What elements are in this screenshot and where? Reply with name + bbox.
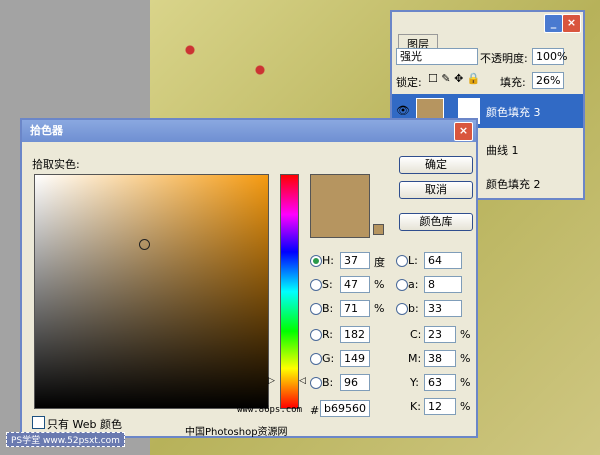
- radio-l[interactable]: [396, 255, 408, 267]
- color-picker-dialog: 拾色器 × 拾取实色: ▷ ◁ 确定 取消 颜色库 H: 37 度 S: 47 …: [20, 118, 478, 438]
- input-b[interactable]: 71: [340, 300, 370, 317]
- cancel-button[interactable]: 取消: [399, 181, 473, 199]
- radio-blue[interactable]: [310, 377, 322, 389]
- radio-h[interactable]: [310, 255, 322, 267]
- label-g: G:: [322, 352, 335, 365]
- input-l[interactable]: 64: [424, 252, 462, 269]
- close-icon[interactable]: ×: [562, 14, 581, 33]
- opacity-input[interactable]: 100%: [532, 48, 567, 65]
- web-only-checkbox[interactable]: [32, 416, 45, 429]
- close-icon[interactable]: ×: [454, 122, 473, 141]
- layer-name: 颜色填充 3: [486, 106, 541, 119]
- input-y[interactable]: 63: [424, 374, 456, 391]
- radio-lab-b[interactable]: [396, 303, 408, 315]
- label-r: R:: [322, 328, 334, 341]
- watermark-logo: PS学堂 www.52psxt.com: [6, 432, 125, 447]
- dialog-title: 拾色器: [22, 120, 476, 142]
- lock-icons[interactable]: ☐ ✎ ✥ 🔒: [428, 72, 480, 85]
- blend-mode-select[interactable]: 强光: [396, 48, 478, 65]
- input-h[interactable]: 37: [340, 252, 370, 269]
- input-g[interactable]: 149: [340, 350, 370, 367]
- layer-name[interactable]: 曲线 1: [486, 142, 519, 158]
- label-h: H:: [322, 254, 334, 267]
- hue-slider[interactable]: [280, 174, 299, 409]
- unit: %: [460, 328, 471, 341]
- input-r[interactable]: 182: [340, 326, 370, 343]
- unit: 度: [374, 256, 385, 269]
- eye-icon[interactable]: 👁: [396, 104, 410, 117]
- input-s[interactable]: 47: [340, 276, 370, 293]
- unit: %: [460, 376, 471, 389]
- layer-name[interactable]: 颜色填充 2: [486, 176, 541, 192]
- label-k: K:: [410, 400, 421, 413]
- watermark-url: www.86ps.com: [237, 405, 303, 415]
- label-m: M:: [408, 352, 422, 365]
- input-m[interactable]: 38: [424, 350, 456, 367]
- unit: %: [374, 278, 385, 291]
- ok-button[interactable]: 确定: [399, 156, 473, 174]
- label-blue: B:: [322, 376, 334, 389]
- slider-handle-left[interactable]: ▷: [268, 376, 275, 386]
- label-y: Y:: [410, 376, 419, 389]
- fill-label: 填充:: [500, 76, 526, 89]
- web-only-label: 只有 Web 颜色: [47, 418, 122, 431]
- radio-s[interactable]: [310, 279, 322, 291]
- input-a[interactable]: 8: [424, 276, 462, 293]
- unit: %: [374, 302, 385, 315]
- radio-b[interactable]: [310, 303, 322, 315]
- web-safe-swatch[interactable]: [373, 224, 384, 235]
- input-lab-b[interactable]: 33: [424, 300, 462, 317]
- input-c[interactable]: 23: [424, 326, 456, 343]
- color-field[interactable]: [34, 174, 269, 409]
- color-library-button[interactable]: 颜色库: [399, 213, 473, 231]
- radio-r[interactable]: [310, 329, 322, 341]
- input-blue[interactable]: 96: [340, 374, 370, 391]
- label-a: a:: [408, 278, 419, 291]
- lock-label: 锁定:: [396, 76, 422, 89]
- color-swatch: [310, 174, 370, 238]
- label-l: L:: [408, 254, 418, 267]
- unit: %: [460, 400, 471, 413]
- input-k[interactable]: 12: [424, 398, 456, 415]
- fill-input[interactable]: 26%: [532, 72, 564, 89]
- label-s: S:: [322, 278, 333, 291]
- radio-a[interactable]: [396, 279, 408, 291]
- minimize-button[interactable]: _: [544, 14, 563, 33]
- pick-label: 拾取实色:: [32, 158, 80, 171]
- opacity-label: 不透明度:: [480, 52, 528, 65]
- label-lab-b: b:: [408, 302, 419, 315]
- slider-handle-right[interactable]: ◁: [299, 376, 306, 386]
- unit: %: [460, 352, 471, 365]
- label-b: B:: [322, 302, 334, 315]
- label-c: C:: [410, 328, 422, 341]
- watermark-name: 中国Photoshop资源网: [185, 427, 288, 438]
- radio-g[interactable]: [310, 353, 322, 365]
- picker-circle[interactable]: [139, 239, 150, 250]
- hash-label: #: [310, 404, 320, 417]
- hex-input[interactable]: b69560: [320, 400, 370, 417]
